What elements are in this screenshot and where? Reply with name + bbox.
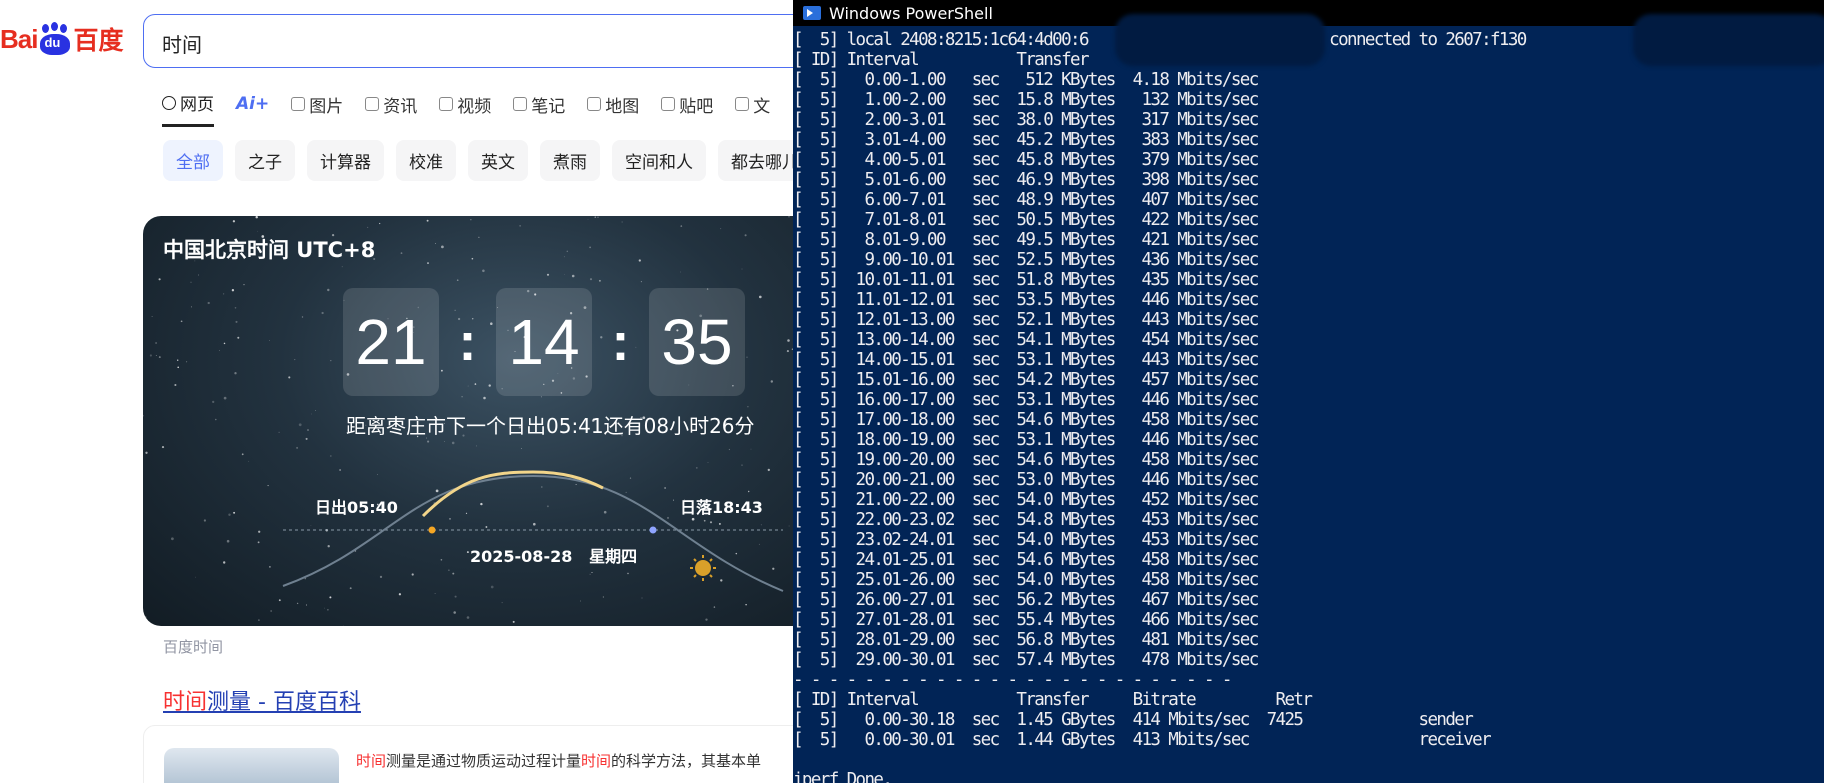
tab-4[interactable]: 视频 xyxy=(439,90,491,127)
date-text: 2025-08-28 xyxy=(470,547,573,566)
tab-1[interactable]: Ai+ xyxy=(236,90,269,127)
tab-8[interactable]: 文 xyxy=(735,90,770,127)
baidu-search-page: Bai du 百度 时间 网页 Ai+ 图片 资讯 视频 笔记 地图 贴吧 文 全部 之子 计算器校… xyxy=(0,0,800,783)
sunset-label: 日落18:43 xyxy=(680,498,763,517)
result-title-link[interactable]: 时间测量 - 百度百科 xyxy=(163,684,361,716)
chip-5[interactable]: 煮雨 xyxy=(540,140,600,181)
console-output[interactable]: [ 5] local 2408:8215:1c64:4d00:6 port 40… xyxy=(793,30,1527,783)
logo-chinese-text: 百度 xyxy=(73,26,124,55)
search-input-value: 时间 xyxy=(162,33,202,57)
date-line: 2025-08-28 星期四 xyxy=(470,543,637,567)
tab-label: 笔记 xyxy=(531,96,566,117)
result-title-rest: 测量 - 百度百科 xyxy=(207,690,361,715)
tab-6[interactable]: 地图 xyxy=(587,90,639,127)
search-input[interactable]: 时间 xyxy=(143,14,800,68)
video-icon xyxy=(439,97,454,111)
chip-3[interactable]: 校准 xyxy=(396,140,456,181)
chip-7[interactable]: 都去哪儿 xyxy=(718,140,800,181)
logo-latin-text: Bai xyxy=(0,23,38,54)
tab-label: 贴吧 xyxy=(679,96,714,117)
map-icon xyxy=(587,97,602,111)
image-icon xyxy=(291,97,306,111)
card-source-label: 百度时间 xyxy=(163,638,224,656)
sun-icon xyxy=(690,555,716,581)
result-card[interactable]: 时间测量是通过物质运动过程计量时间的科学方法，其基本单 xyxy=(143,725,800,783)
search-tabs: 网页 Ai+ 图片 资讯 视频 笔记 地图 贴吧 文 xyxy=(162,90,770,127)
redaction-blur xyxy=(1115,14,1325,66)
tab-label: 图片 xyxy=(309,96,344,117)
beijing-time-card[interactable]: 中国北京时间 UTC+8 21 : 14 : 35 距离枣庄市下一个日出05:4… xyxy=(143,216,800,626)
related-chips: 全部 之子 计算器 校准 英文 煮雨 空间和人 都去哪儿 xyxy=(163,140,800,181)
chip-4[interactable]: 英文 xyxy=(468,140,528,181)
result-thumbnail[interactable] xyxy=(164,748,339,783)
search-icon xyxy=(162,95,176,110)
weekday-text: 星期四 xyxy=(589,547,638,566)
doc-icon xyxy=(735,97,750,111)
sunrise-marker xyxy=(428,526,436,534)
window-title: Windows PowerShell xyxy=(829,3,993,23)
logo-paw-text: du xyxy=(44,35,61,50)
snippet-highlight: 时间 xyxy=(356,752,387,770)
tab-label: 资讯 xyxy=(383,96,418,117)
chip-1[interactable]: 之子 xyxy=(235,140,295,181)
news-icon xyxy=(365,97,380,111)
chip-6[interactable]: 空间和人 xyxy=(612,140,706,181)
tab-label: 视频 xyxy=(457,96,492,117)
snippet-text: 测量是通过物质运动过程计量 xyxy=(386,752,582,770)
chip-0[interactable]: 全部 xyxy=(163,140,223,181)
tab-5[interactable]: 笔记 xyxy=(513,90,565,127)
tab-label: 地图 xyxy=(605,96,640,117)
tab-label: 文 xyxy=(753,96,771,117)
tab-2[interactable]: 图片 xyxy=(291,90,343,127)
note-icon xyxy=(513,97,528,111)
tab-label: 网页 xyxy=(180,95,214,115)
result-snippet: 时间测量是通过物质运动过程计量时间的科学方法，其基本单 xyxy=(356,750,761,771)
result-title-highlight: 时间 xyxy=(163,690,208,715)
tieba-icon xyxy=(661,97,676,111)
sunset-marker xyxy=(649,526,657,534)
powershell-icon xyxy=(803,6,821,20)
redaction-blur xyxy=(1633,14,1824,66)
ai-icon: Ai+ xyxy=(236,94,270,114)
baidu-logo[interactable]: Bai du 百度 xyxy=(0,14,123,64)
tab-0[interactable]: 网页 xyxy=(162,90,214,127)
tab-7[interactable]: 贴吧 xyxy=(661,90,713,127)
powershell-window[interactable]: Windows PowerShell [ 5] local 2408:8215:… xyxy=(793,0,1824,783)
sunrise-label: 日出05:40 xyxy=(315,498,398,517)
snippet-highlight: 时间 xyxy=(581,752,612,770)
chip-2[interactable]: 计算器 xyxy=(307,140,384,181)
tab-3[interactable]: 资讯 xyxy=(365,90,417,127)
snippet-text: 的科学方法，其基本单 xyxy=(611,752,762,770)
paw-icon: du xyxy=(38,22,72,56)
